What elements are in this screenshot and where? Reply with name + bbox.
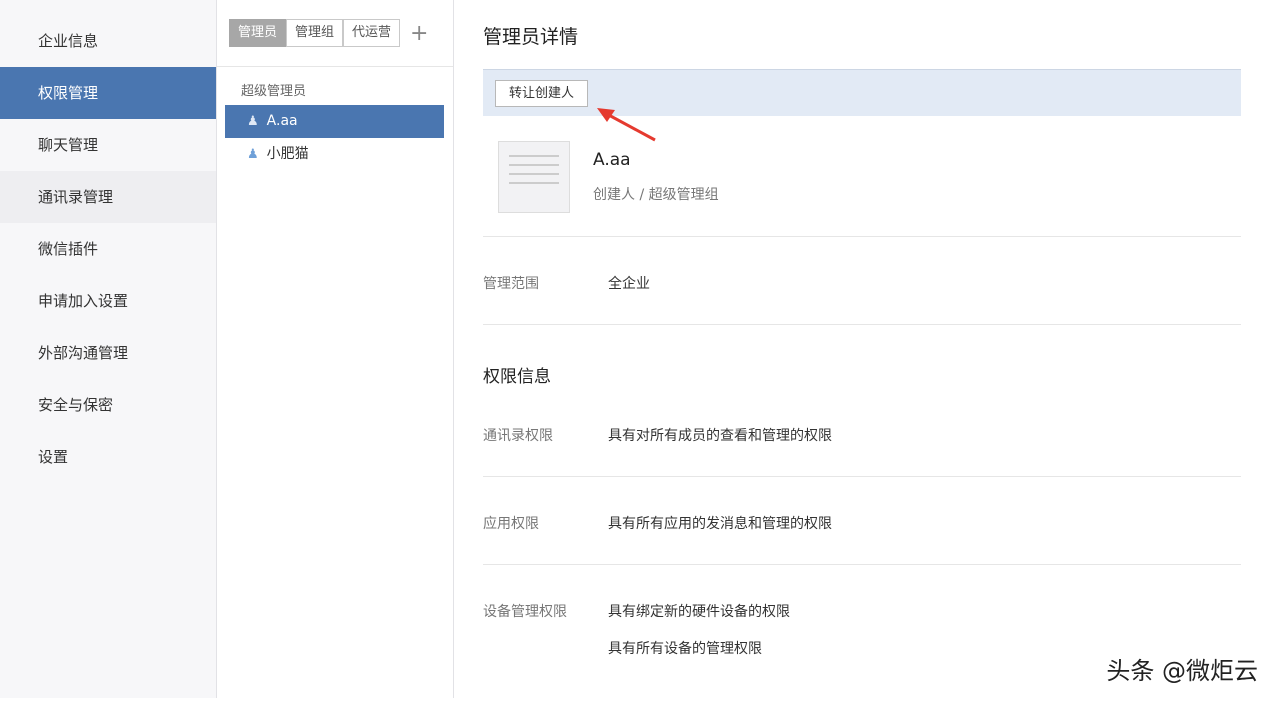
admin-detail: 管理员详情 转让创建人 A.aa 创建人 / 超级管理组 管理范围 全企业 权限… [455, 0, 1276, 698]
nav-permissions[interactable]: 权限管理 [0, 67, 216, 119]
admin-list-panel: 管理员 管理组 代运营 + 超级管理员 ♟ A.aa ♟ 小肥猫 [217, 0, 454, 698]
nav-external[interactable]: 外部沟通管理 [0, 327, 216, 379]
red-arrow-icon [597, 108, 659, 144]
sidebar-nav: 企业信息 权限管理 聊天管理 通讯录管理 微信插件 申请加入设置 外部沟通管理 … [0, 0, 217, 698]
perm-value: 具有绑定新的硬件设备的权限 [608, 601, 790, 621]
nav-contacts[interactable]: 通讯录管理 [0, 171, 216, 223]
avatar [498, 141, 570, 213]
member-item[interactable]: ♟ A.aa [225, 105, 444, 138]
nav-wechat-plugin[interactable]: 微信插件 [0, 223, 216, 275]
divider [483, 476, 1241, 477]
user-icon: ♟ [247, 114, 259, 129]
perm-value: 具有所有应用的发消息和管理的权限 [608, 513, 832, 533]
add-icon[interactable]: + [410, 21, 428, 46]
tab-operators[interactable]: 代运营 [343, 19, 400, 47]
perm-label: 应用权限 [483, 513, 539, 533]
tab-groups[interactable]: 管理组 [286, 19, 343, 47]
perm-value: 具有所有设备的管理权限 [608, 638, 762, 658]
permissions-title: 权限信息 [483, 362, 551, 387]
user-icon: ♟ [247, 147, 259, 162]
watermark: 头条 @微炬云 [1106, 651, 1258, 686]
divider [483, 564, 1241, 565]
nav-company-info[interactable]: 企业信息 [0, 15, 216, 67]
perm-label: 通讯录权限 [483, 425, 553, 445]
tab-admins[interactable]: 管理员 [229, 19, 286, 47]
nav-security[interactable]: 安全与保密 [0, 379, 216, 431]
scope-label: 管理范围 [483, 273, 539, 293]
admin-role: 创建人 / 超级管理组 [593, 184, 719, 204]
perm-value: 具有对所有成员的查看和管理的权限 [608, 425, 832, 445]
divider [483, 236, 1241, 237]
transfer-creator-button[interactable]: 转让创建人 [495, 80, 588, 107]
member-item[interactable]: ♟ 小肥猫 [225, 138, 444, 171]
member-name: A.aa [267, 113, 298, 129]
member-name: 小肥猫 [267, 146, 309, 162]
nav-join-settings[interactable]: 申请加入设置 [0, 275, 216, 327]
nav-chat[interactable]: 聊天管理 [0, 119, 216, 171]
divider [483, 324, 1241, 325]
scope-value: 全企业 [608, 273, 650, 293]
group-label: 超级管理员 [217, 67, 453, 105]
nav-settings[interactable]: 设置 [0, 431, 216, 483]
admin-name: A.aa [593, 150, 631, 170]
perm-label: 设备管理权限 [483, 601, 567, 621]
page-title: 管理员详情 [483, 22, 578, 49]
